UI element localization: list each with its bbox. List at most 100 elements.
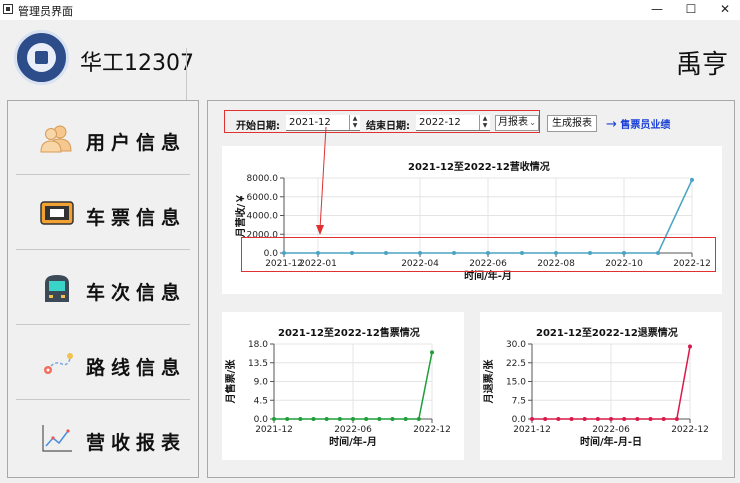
end-date-value: 2022-12 [419,117,461,128]
data-point [430,350,434,355]
y-tick-label: 0.0 [254,415,269,425]
train-icon [45,275,69,302]
maximize-button[interactable]: ☐ [676,0,706,20]
sidebar-divider [16,399,190,400]
current-user-name: 禹亨 [675,50,728,80]
data-point [674,417,679,421]
data-point [364,417,369,421]
data-point [416,417,421,421]
end-date-label: 结束日期: [366,121,410,132]
app-icon [3,4,13,14]
start-date-stepper[interactable]: ▲ ▼ [349,115,360,130]
y-tick-label: 6000.0 [247,193,279,203]
y-tick-label: 4.5 [254,396,268,406]
sidebar-item-revenue-report[interactable]: 营收报表 [8,401,198,475]
y-tick-label: 9.0 [254,378,269,388]
data-point [530,417,534,421]
data-point [648,417,653,421]
data-point [688,344,692,349]
refund-chart: 0.0 7.5 15.0 22.5 30.0 2021-12 2022-06 2022-12 时… [482,340,709,448]
data-point [298,417,303,421]
data-point [661,417,666,421]
y-tick-label: 15.0 [506,378,526,388]
data-point [390,417,395,421]
y-tick-label: 30.0 [506,340,526,350]
x-axis-label: 时间/年-月-日 [580,435,642,448]
sales-performance-link[interactable]: → 售票员业绩 [606,116,670,132]
sidebar-item-trains[interactable]: 车次信息 [8,251,198,325]
sidebar-item-label: 车次信息 [86,282,187,304]
sidebar-item-label: 用户信息 [86,132,187,154]
data-point [635,417,640,421]
report-type-value: 月报表 [498,117,528,128]
y-tick-label: 18.0 [248,340,268,350]
y-axis-label: 月营收/￥ [234,194,247,239]
y-tick-label: 4000.0 [247,212,279,222]
x-tick-label: 2022-12 [413,425,451,435]
sidebar-item-tickets[interactable]: 车票信息 [8,176,198,250]
x-tick-label: 2021-12 [255,425,293,435]
app-brand: 华工12307 [80,51,194,76]
close-button[interactable]: ✕ [710,0,740,20]
sidebar-item-routes[interactable]: 路线信息 [8,326,198,400]
data-point [285,417,290,421]
arrow-right-icon: → [606,117,617,132]
chevron-down-icon: ⌄ [529,118,536,127]
y-tick-label: 7.5 [512,396,526,406]
data-point [556,417,561,421]
sidebar-item-users[interactable]: 用户信息 [8,101,198,175]
end-date-stepper[interactable]: ▲ ▼ [479,115,490,130]
data-point [622,417,627,421]
start-date-label: 开始日期: [236,121,280,132]
users-icon [40,125,72,153]
minimize-button[interactable]: — [642,0,672,20]
x-tick-label: 2022-06 [592,425,630,435]
data-point [543,417,548,421]
data-point [569,417,574,421]
sidebar-divider [16,324,190,325]
data-point [351,417,355,421]
y-axis-label: 月退票/张 [482,359,495,405]
app-header: 华工12307 禹亨 [0,20,740,110]
x-tick-label: 2022-12 [671,425,709,435]
window-title: 管理员界面 [18,5,73,18]
generate-report-button[interactable]: 生成报表 [547,115,597,132]
data-point [403,417,408,421]
sales-chart: 0.0 4.5 9.0 13.5 18.0 2021-12 2022-06 2022-12 时间… [224,340,451,448]
refund-chart-card: 2021-12至2022-12退票情况 0.0 7.5 15.0 22.5 30.0 20… [480,312,722,460]
data-point [272,417,276,421]
report-type-select[interactable]: 月报表 ⌄ [495,115,539,131]
sidebar: 用户信息 车票信息 车次信息 路线信息 营收报表 [7,100,199,478]
logo-core [35,51,48,64]
data-point [690,177,694,182]
y-tick-label: 0.0 [512,415,527,425]
y-tick-label: 22.5 [506,359,526,369]
sales-performance-link-label: 售票员业绩 [620,120,671,131]
sidebar-divider [16,249,190,250]
sidebar-item-label: 车票信息 [86,207,187,229]
annotation-arrow-icon [316,126,327,235]
y-tick-label: 8000.0 [247,174,279,184]
y-tick-label: 13.5 [248,359,268,369]
sales-chart-card: 2021-12至2022-12售票情况 0.0 4.5 9.0 13.5 18.0 202… [222,312,464,460]
data-point [324,417,329,421]
end-date-spinbox[interactable]: 2022-12 ▲ ▼ [416,115,490,131]
x-tick-label: 2022-06 [334,425,372,435]
x-tick-label: 2021-12 [513,425,551,435]
data-point [582,417,587,421]
data-point [377,417,382,421]
sidebar-item-label: 路线信息 [86,357,187,379]
y-axis-label: 月售票/张 [224,359,237,405]
university-logo-icon [14,30,69,85]
zero-values-highlight [241,237,716,272]
ticket-icon [40,201,74,225]
logo-inner [27,43,56,72]
data-point [609,417,613,421]
data-point [337,417,342,421]
route-icon [44,353,73,374]
window-titlebar: 管理员界面 — ☐ ✕ [0,0,740,20]
sidebar-divider [16,174,190,175]
data-point [311,417,316,421]
x-axis-label: 时间/年-月 [329,435,377,448]
data-point [595,417,600,421]
